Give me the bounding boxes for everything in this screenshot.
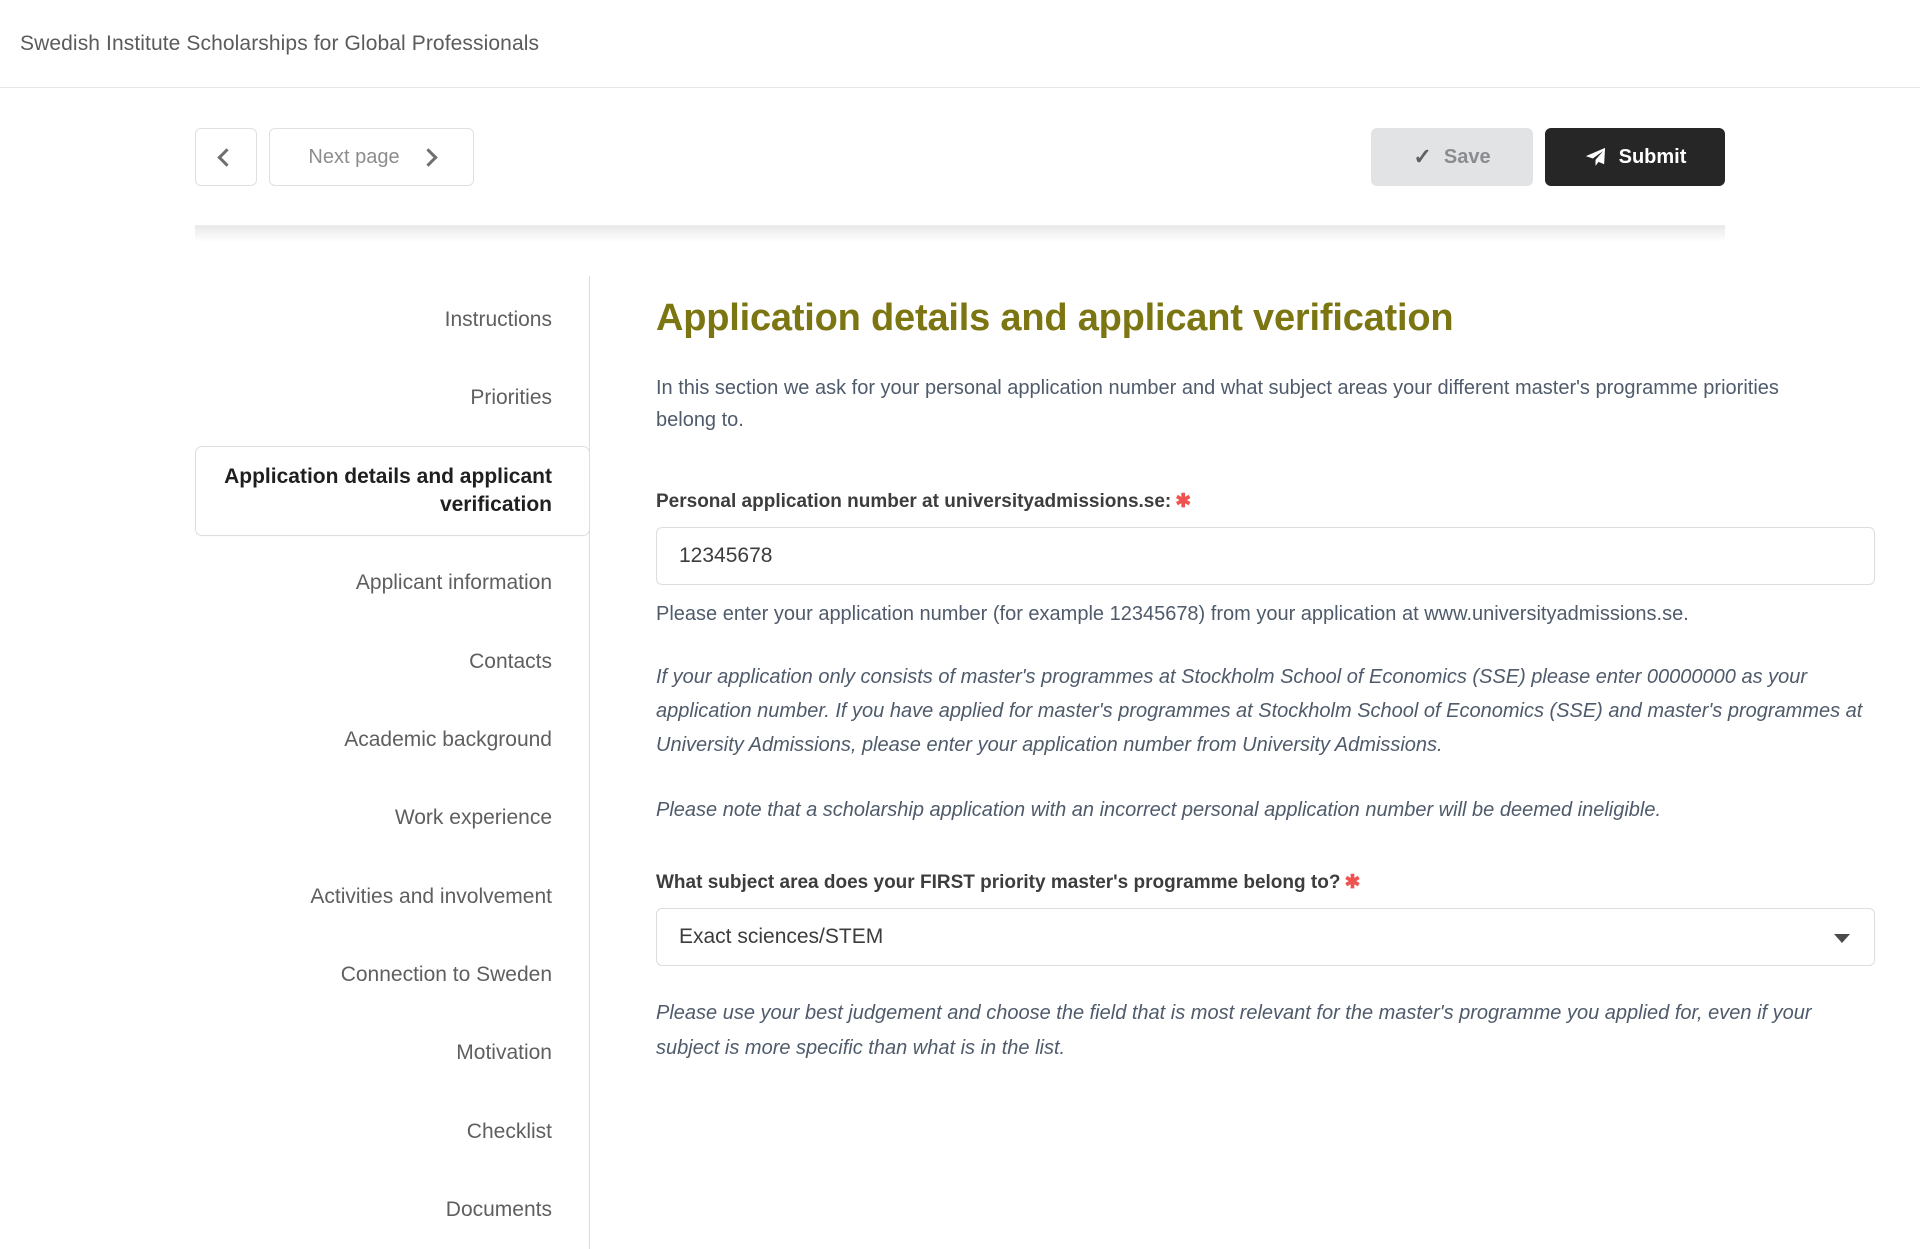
chevron-right-icon [419, 148, 437, 166]
sidebar-item-documents[interactable]: Documents [195, 1179, 589, 1241]
sidebar-item-applicant-information[interactable]: Applicant information [195, 552, 589, 614]
page-body: Instructions Priorities Application deta… [0, 226, 1920, 1249]
first-priority-subject-selected-value: Exact sciences/STEM [679, 925, 883, 949]
sidebar-item-connection-to-sweden[interactable]: Connection to Sweden [195, 944, 589, 1006]
first-priority-subject-label-text: What subject area does your FIRST priori… [656, 872, 1340, 893]
toolbar: Next page ✓ Save Submit [0, 88, 1920, 226]
application-number-input[interactable] [656, 527, 1875, 585]
chevron-left-icon [217, 148, 235, 166]
first-priority-subject-select[interactable]: Exact sciences/STEM [656, 908, 1875, 966]
next-page-label: Next page [308, 146, 399, 169]
first-priority-subject-note: Please use your best judgement and choos… [656, 996, 1875, 1065]
section-heading: Application details and applicant verifi… [656, 296, 1875, 342]
application-number-label-text: Personal application number at universit… [656, 491, 1171, 512]
application-number-label: Personal application number at universit… [656, 490, 1875, 513]
required-asterisk-icon: ✱ [1175, 491, 1191, 512]
submit-button-label: Submit [1619, 146, 1687, 169]
application-number-note-2: Please note that a scholarship applicati… [656, 793, 1875, 827]
field-application-number: Personal application number at universit… [656, 490, 1875, 828]
save-button[interactable]: ✓ Save [1371, 128, 1533, 186]
next-page-button[interactable]: Next page [269, 128, 474, 186]
sidebar-item-academic-background[interactable]: Academic background [195, 709, 589, 771]
application-number-help-text: Please enter your application number (fo… [656, 599, 1875, 630]
toolbar-divider [195, 225, 1725, 226]
toolbar-left-group: Next page [195, 128, 474, 186]
sidebar-item-application-details[interactable]: Application details and applicant verifi… [195, 446, 590, 537]
paper-plane-icon [1584, 146, 1607, 169]
field-first-priority-subject-area: What subject area does your FIRST priori… [656, 871, 1875, 1065]
required-asterisk-icon: ✱ [1344, 872, 1360, 893]
save-button-label: Save [1444, 146, 1491, 169]
section-content: Application details and applicant verifi… [590, 276, 1875, 1249]
submit-button[interactable]: Submit [1545, 128, 1725, 186]
application-number-note-1: If your application only consists of mas… [656, 660, 1875, 763]
sidebar-item-work-experience[interactable]: Work experience [195, 787, 589, 849]
check-icon: ✓ [1413, 146, 1431, 168]
section-intro-text: In this section we ask for your personal… [656, 372, 1786, 436]
sidebar-item-activities-and-involvement[interactable]: Activities and involvement [195, 866, 589, 928]
sidebar-item-checklist[interactable]: Checklist [195, 1101, 589, 1163]
page-title: Swedish Institute Scholarships for Globa… [20, 32, 539, 56]
app-header: Swedish Institute Scholarships for Globa… [0, 0, 1920, 88]
previous-page-button[interactable] [195, 128, 257, 186]
chevron-down-icon [1834, 934, 1850, 943]
first-priority-subject-label: What subject area does your FIRST priori… [656, 871, 1875, 894]
sidebar-item-contacts[interactable]: Contacts [195, 631, 589, 693]
sidebar-item-motivation[interactable]: Motivation [195, 1022, 589, 1084]
sidebar-item-priorities[interactable]: Priorities [195, 367, 589, 429]
toolbar-right-group: ✓ Save Submit [1371, 128, 1725, 186]
sidebar-item-instructions[interactable]: Instructions [195, 289, 589, 351]
section-navigation: Instructions Priorities Application deta… [195, 276, 590, 1249]
